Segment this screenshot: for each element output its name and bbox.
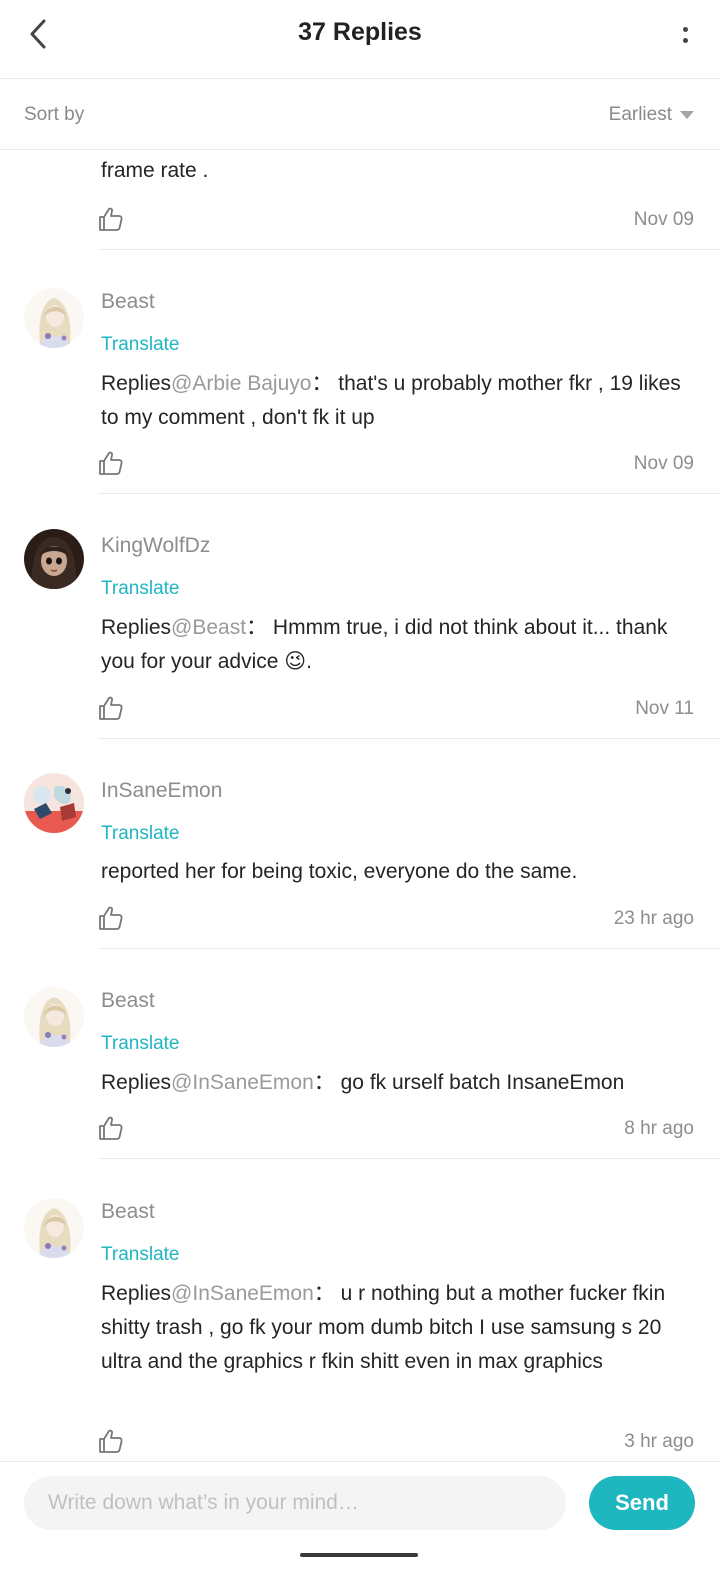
- list-item: Beast Translate Replies@InSaneEmon： u r …: [0, 1160, 720, 1461]
- sort-bar: Sort by Earliest: [0, 80, 720, 150]
- anime-girl-avatar-icon: [24, 1198, 84, 1258]
- anime-girl-avatar-icon: [24, 288, 84, 348]
- translate-link[interactable]: Translate: [101, 823, 180, 845]
- reply-prefix: Replies: [101, 372, 172, 395]
- comment-text: reported her for being toxic, everyone d…: [101, 860, 578, 883]
- separator: ：: [313, 1071, 335, 1094]
- translate-link[interactable]: Translate: [101, 1033, 180, 1055]
- mention-link[interactable]: @InSaneEmon: [171, 1071, 314, 1094]
- translate-link[interactable]: Translate: [101, 334, 180, 356]
- list-item: KingWolfDz Translate Replies@Beast： Hmmm…: [0, 494, 720, 739]
- sort-dropdown[interactable]: Earliest: [609, 104, 694, 126]
- comment-text: Replies@Beast： Hmmm true, i did not thin…: [101, 611, 701, 679]
- timestamp: Nov 11: [635, 698, 694, 719]
- comment-text: Replies@InSaneEmon： u r nothing but a mo…: [101, 1277, 701, 1379]
- thumbs-up-icon[interactable]: [98, 450, 124, 476]
- avatar[interactable]: [24, 773, 84, 833]
- timestamp: 3 hr ago: [624, 1431, 694, 1452]
- thumbs-up-icon[interactable]: [98, 206, 124, 232]
- thumbs-up-icon[interactable]: [98, 905, 124, 931]
- translate-link[interactable]: Translate: [101, 1244, 180, 1266]
- thumbs-up-icon[interactable]: [98, 695, 124, 721]
- timestamp: Nov 09: [633, 453, 694, 474]
- separator: ：: [313, 1282, 335, 1305]
- top-bar: 37 Replies: [0, 0, 720, 79]
- username[interactable]: Beast: [101, 290, 155, 314]
- comment-input[interactable]: [24, 1476, 566, 1530]
- sort-label: Sort by: [24, 104, 85, 125]
- mention-link[interactable]: @InSaneEmon: [171, 1282, 314, 1305]
- replies-list[interactable]: frame rate . Nov 09 Beast Translate Repl…: [0, 150, 720, 1461]
- avatar[interactable]: [24, 1198, 84, 1258]
- sort-value: Earliest: [608, 104, 672, 125]
- avatar[interactable]: [24, 987, 84, 1047]
- timestamp: Nov 09: [633, 209, 694, 230]
- comment-body: go fk urself batch InsaneEmon: [340, 1071, 625, 1094]
- avatar[interactable]: [24, 529, 84, 589]
- colorful-art-avatar-icon: [24, 773, 84, 833]
- translate-link[interactable]: Translate: [101, 578, 180, 600]
- comment-text: frame rate .: [101, 159, 209, 182]
- username[interactable]: Beast: [101, 989, 155, 1013]
- username[interactable]: KingWolfDz: [101, 534, 210, 558]
- dot-icon: [682, 27, 688, 32]
- separator: ：: [311, 372, 333, 395]
- thumbs-up-icon[interactable]: [98, 1115, 124, 1141]
- thumbs-up-icon[interactable]: [98, 1428, 124, 1454]
- send-button[interactable]: Send: [589, 1476, 695, 1530]
- reply-prefix: Replies: [101, 1282, 172, 1305]
- comment-text: Replies@Arbie Bajuyo： that's u probably …: [101, 367, 701, 435]
- mention-link[interactable]: @Beast: [171, 616, 246, 639]
- timestamp: 23 hr ago: [613, 908, 694, 929]
- list-item: Beast Translate Replies@Arbie Bajuyo： th…: [0, 250, 720, 495]
- username[interactable]: Beast: [101, 1200, 155, 1224]
- more-options-button[interactable]: [678, 20, 692, 50]
- list-item: Beast Translate Replies@InSaneEmon： go f…: [0, 949, 720, 1160]
- list-item: frame rate . Nov 09: [0, 150, 720, 250]
- dot-icon: [682, 38, 688, 43]
- dark-hair-doll-avatar-icon: [24, 529, 84, 589]
- timestamp: 8 hr ago: [624, 1118, 694, 1139]
- composer-bar: Send: [0, 1461, 720, 1543]
- reply-prefix: Replies: [101, 1071, 172, 1094]
- comment-text: Replies@InSaneEmon： go fk urself batch I…: [101, 1066, 701, 1100]
- username[interactable]: InSaneEmon: [101, 779, 222, 803]
- separator: ：: [246, 616, 268, 639]
- avatar[interactable]: [24, 288, 84, 348]
- caret-down-icon: [680, 111, 694, 119]
- divider: [98, 1158, 720, 1159]
- anime-girl-avatar-icon: [24, 987, 84, 1047]
- mention-link[interactable]: @Arbie Bajuyo: [171, 372, 311, 395]
- home-indicator[interactable]: [300, 1553, 418, 1557]
- list-item: InSaneEmon Translate reported her for be…: [0, 739, 720, 950]
- page-title: 37 Replies: [298, 18, 422, 46]
- reply-prefix: Replies: [101, 616, 172, 639]
